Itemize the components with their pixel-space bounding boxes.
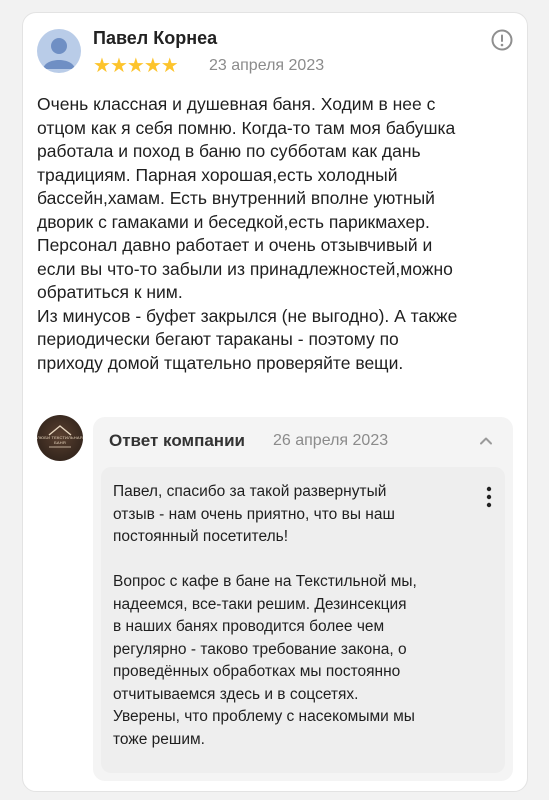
chevron-up-icon[interactable]: [478, 433, 494, 449]
company-logo[interactable]: ЛЮБИ ТЕКСТИЛЬНАЯ БАНЯ: [37, 415, 83, 461]
reply-date: 26 апреля 2023: [273, 432, 389, 449]
exclamation-circle-icon[interactable]: [491, 29, 513, 51]
reply-body: Павел, спасибо за такой развернутый отзы…: [101, 467, 505, 773]
star-icon: ★: [93, 55, 111, 77]
reply-title: Ответ компании: [109, 431, 245, 450]
star-icon: ★: [143, 55, 162, 77]
reply-text: Павел, спасибо за такой развернутый отзы…: [113, 483, 417, 748]
review-date: 23 апреля 2023: [209, 57, 325, 74]
author-name[interactable]: Павел Корнеа: [93, 28, 217, 49]
star-icon: ★: [126, 55, 145, 77]
review-card: Павел Корнеа ★★★★★ 23 апреля 2023 Очень …: [22, 12, 528, 792]
company-reply: Ответ компании 26 апреля 2023 Павел, спа…: [93, 417, 513, 781]
star-icon: ★: [109, 55, 128, 77]
review-text: Очень классная и душевная баня. Ходим в …: [37, 94, 458, 373]
avatar[interactable]: [37, 29, 81, 73]
star-icon: ★: [160, 55, 179, 77]
logo-text: ЛЮБИ ТЕКСТИЛЬНАЯ БАНЯ: [37, 435, 83, 445]
user-silhouette-icon: [43, 38, 75, 69]
vertical-dots-icon[interactable]: [483, 485, 495, 509]
rating-stars: ★★★★★: [93, 55, 179, 77]
